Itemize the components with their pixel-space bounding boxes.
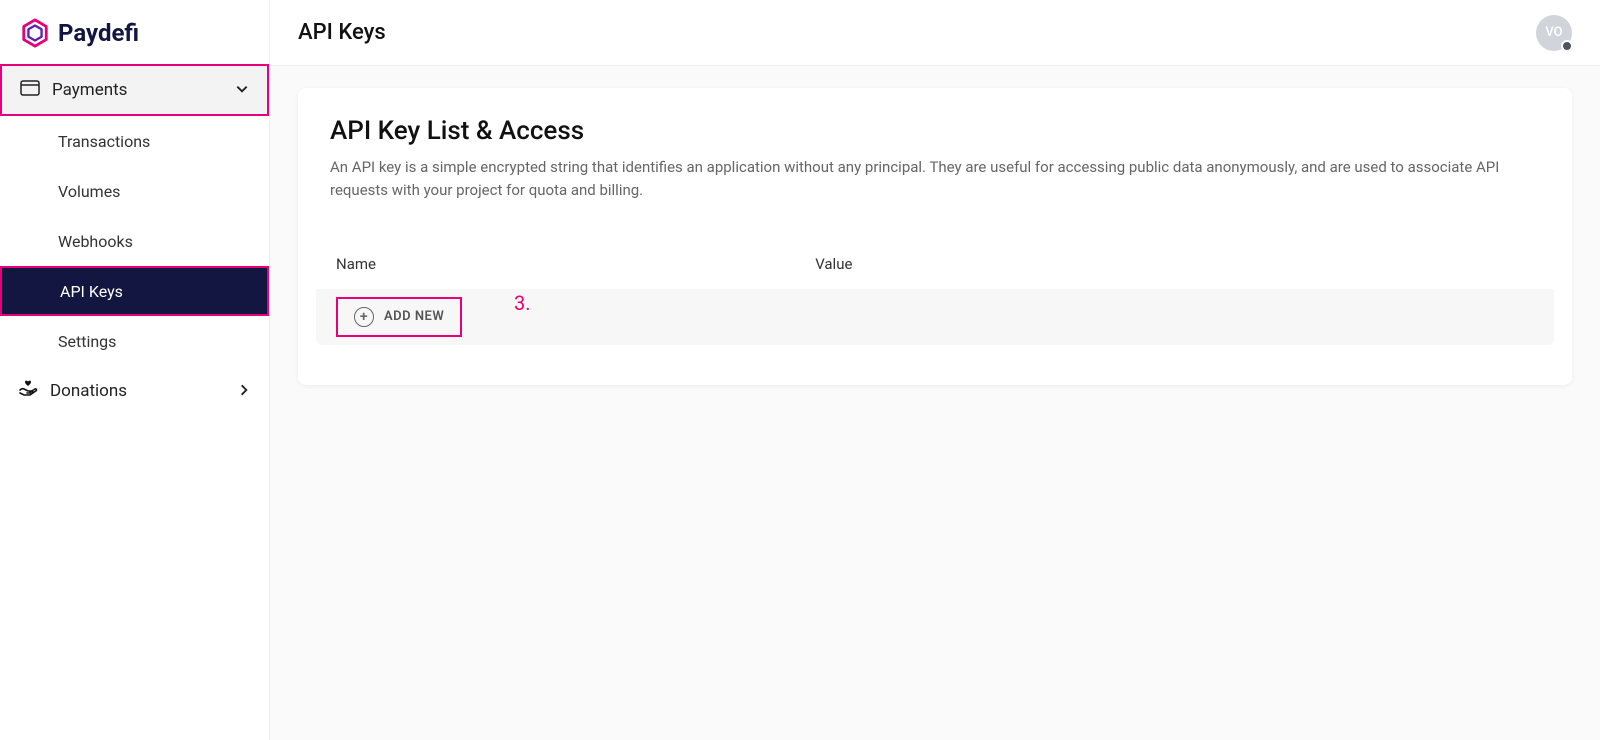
- table-row-add: + ADD NEW 3.: [316, 289, 1554, 345]
- callout-number-3: 3.: [514, 291, 531, 315]
- chevron-down-icon: [235, 81, 249, 100]
- sidebar: Paydefi Payments 1. Transactions Volumes…: [0, 0, 270, 740]
- avatar-initials: VO: [1545, 25, 1562, 40]
- page-title: API Keys: [298, 20, 386, 45]
- sidebar-group-payments[interactable]: Payments: [0, 64, 269, 116]
- sidebar-item-webhooks[interactable]: Webhooks: [0, 216, 269, 266]
- sidebar-group-donations[interactable]: Donations: [0, 366, 269, 416]
- sidebar-item-label: Donations: [50, 381, 225, 401]
- main-content: API Key List & Access An API key is a si…: [270, 66, 1600, 740]
- api-key-table: Name Value + ADD NEW 3.: [316, 239, 1554, 345]
- sidebar-item-label: Transactions: [58, 132, 150, 151]
- column-header-name: Name: [336, 255, 815, 273]
- sidebar-item-label: Webhooks: [58, 232, 133, 251]
- card-title: API Key List & Access: [330, 116, 1540, 146]
- topbar: API Keys VO: [270, 0, 1600, 66]
- plus-circle-icon: +: [354, 307, 374, 327]
- brand-logo-text: Paydefi: [58, 19, 139, 47]
- sidebar-item-label: Settings: [58, 332, 116, 351]
- sidebar-item-settings[interactable]: Settings: [0, 316, 269, 366]
- add-new-label: ADD NEW: [384, 309, 444, 324]
- add-new-button[interactable]: + ADD NEW: [336, 297, 462, 337]
- sidebar-group-label: Payments: [52, 80, 223, 100]
- column-header-value: Value: [815, 255, 1534, 273]
- sidebar-item-label: API Keys: [60, 282, 123, 301]
- sidebar-item-transactions[interactable]: Transactions: [0, 116, 269, 166]
- sidebar-item-api-keys[interactable]: API Keys: [0, 266, 269, 316]
- api-key-card: API Key List & Access An API key is a si…: [298, 88, 1572, 385]
- sidebar-item-label: Volumes: [58, 182, 120, 201]
- avatar[interactable]: VO: [1536, 15, 1572, 51]
- card-icon: [20, 80, 40, 100]
- card-description: An API key is a simple encrypted string …: [330, 156, 1540, 203]
- brand-logo[interactable]: Paydefi: [0, 0, 269, 64]
- sidebar-item-volumes[interactable]: Volumes: [0, 166, 269, 216]
- donations-icon: [18, 380, 38, 402]
- table-header: Name Value: [316, 239, 1554, 289]
- brand-logo-icon: [20, 18, 50, 48]
- chevron-right-icon: [237, 382, 251, 401]
